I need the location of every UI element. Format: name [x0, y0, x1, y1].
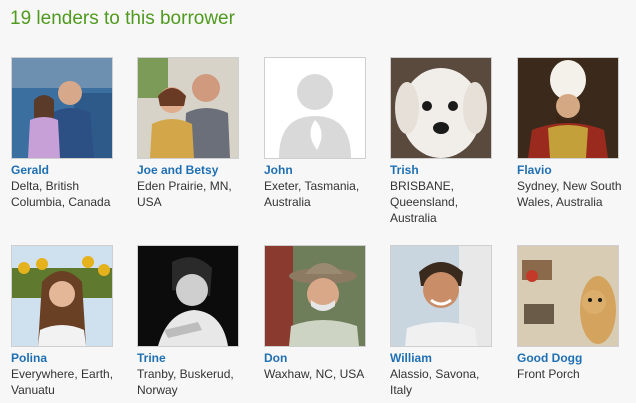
photo-don — [265, 246, 365, 346]
photo-gerald — [12, 58, 112, 158]
lender-photo[interactable] — [390, 57, 492, 159]
lender-photo[interactable] — [517, 57, 619, 159]
lender-location: Delta, British Columbia, Canada — [11, 179, 111, 209]
lender-name-link[interactable]: Gerald — [11, 163, 121, 177]
lender-location: Waxhaw, NC, USA — [264, 367, 365, 381]
lender-location: Front Porch — [517, 367, 580, 381]
lender-photo[interactable] — [517, 245, 619, 347]
lender-photo[interactable] — [137, 245, 239, 347]
lender-name-link[interactable]: Polina — [11, 351, 121, 365]
lender-photo[interactable] — [264, 245, 366, 347]
photo-trish — [391, 58, 491, 158]
lender-photo[interactable] — [11, 57, 113, 159]
lender-name-link[interactable]: Don — [264, 351, 374, 365]
lender-location: BRISBANE, Queensland, Australia — [390, 179, 459, 225]
lenders-heading: 19 lenders to this borrower — [10, 8, 235, 29]
lender-location: Alassio, Savona, Italy — [390, 367, 480, 397]
lender-card: Good Dogg Front Porch — [517, 245, 627, 382]
lender-location: Eden Prairie, MN, USA — [137, 179, 232, 209]
lender-name-link[interactable]: John — [264, 163, 374, 177]
lender-card: Trine Tranby, Buskerud, Norway — [137, 245, 247, 398]
lender-card: Trish BRISBANE, Queensland, Australia — [390, 57, 500, 226]
lender-card: William Alassio, Savona, Italy — [390, 245, 500, 398]
lender-photo[interactable] — [264, 57, 366, 159]
lender-photo[interactable] — [11, 245, 113, 347]
lender-photo[interactable] — [137, 57, 239, 159]
lender-name-link[interactable]: William — [390, 351, 500, 365]
lender-name-link[interactable]: Flavio — [517, 163, 627, 177]
lender-name-link[interactable]: Trine — [137, 351, 247, 365]
photo-flavio — [518, 58, 618, 158]
lender-card: John Exeter, Tasmania, Australia — [264, 57, 374, 210]
lender-location: Tranby, Buskerud, Norway — [137, 367, 234, 397]
lender-name-link[interactable]: Trish — [390, 163, 500, 177]
lender-name-link[interactable]: Joe and Betsy — [137, 163, 247, 177]
lender-location: Sydney, New South Wales, Australia — [517, 179, 622, 209]
lender-location: Exeter, Tasmania, Australia — [264, 179, 360, 209]
photo-good-dogg — [518, 246, 618, 346]
photo-polina — [12, 246, 112, 346]
lender-card: Flavio Sydney, New South Wales, Australi… — [517, 57, 627, 210]
photo-joe-and-betsy — [138, 58, 238, 158]
lender-name-link[interactable]: Good Dogg — [517, 351, 627, 365]
lender-card: Polina Everywhere, Earth, Vanuatu — [11, 245, 121, 398]
photo-trine — [138, 246, 238, 346]
lender-card: Gerald Delta, British Columbia, Canada — [11, 57, 121, 210]
photo-william — [391, 246, 491, 346]
lender-card: Joe and Betsy Eden Prairie, MN, USA — [137, 57, 247, 210]
lender-location: Everywhere, Earth, Vanuatu — [11, 367, 114, 397]
default-avatar-icon — [265, 58, 365, 158]
lender-photo[interactable] — [390, 245, 492, 347]
lender-card: Don Waxhaw, NC, USA — [264, 245, 374, 382]
